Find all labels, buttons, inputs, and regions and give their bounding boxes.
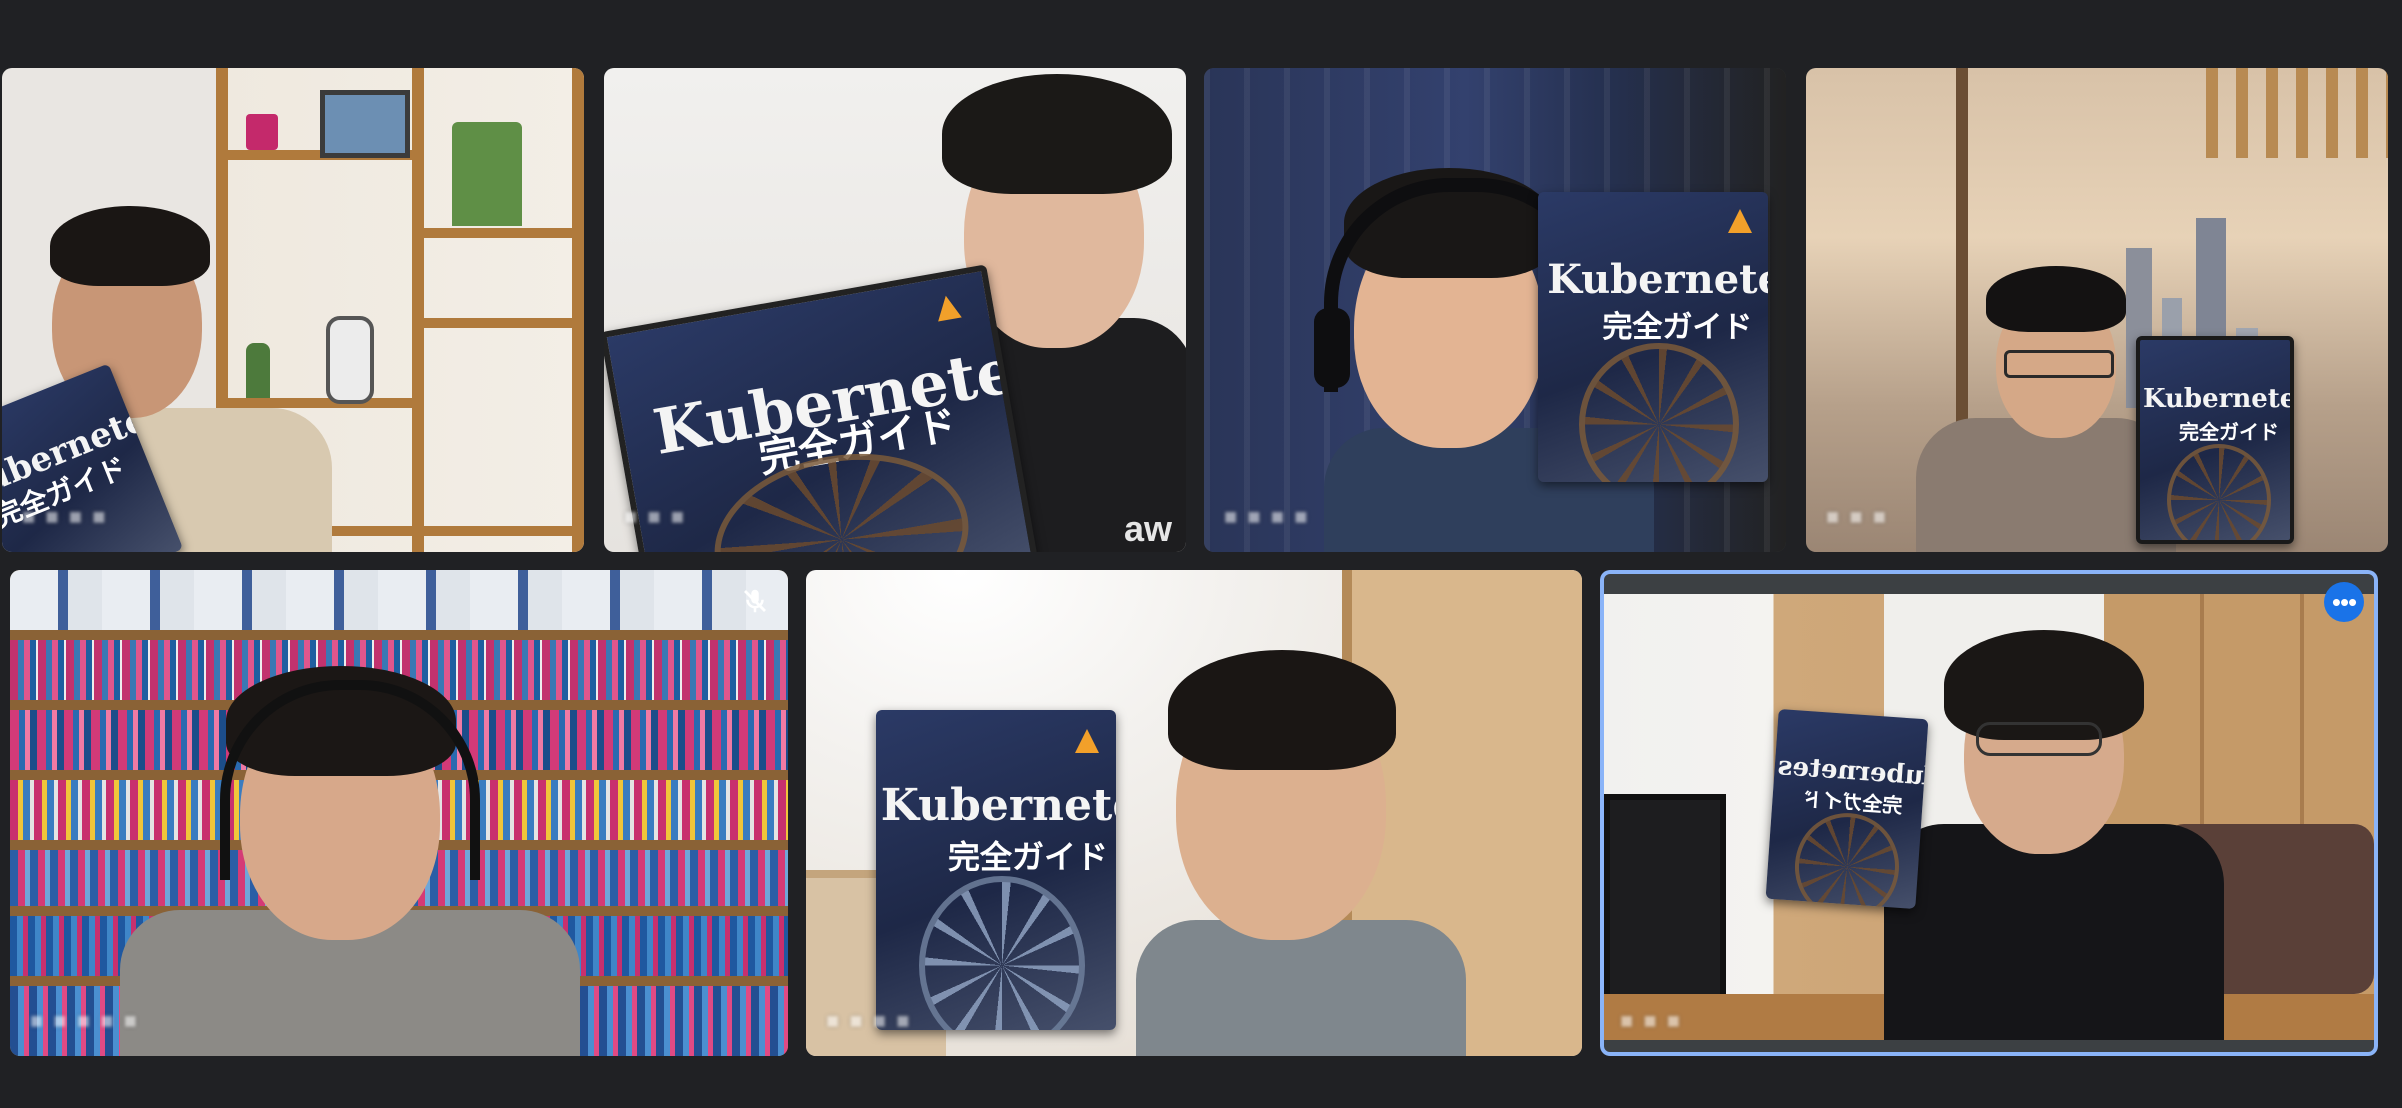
participant-tile[interactable]: Kubernetes 完全ガイド ■ ■ ■ ■ [1204,68,1786,552]
book-title: Kubernetes [2143,384,2290,414]
hoodie-logo: aw [1124,508,1173,549]
book-logo [1727,209,1752,234]
participant-name: ■ ■ ■ [1620,1008,1683,1033]
book-illustration [919,876,1085,1030]
more-options-icon: ••• [2331,587,2357,617]
book-subtitle: 完全ガイド [2179,422,2279,444]
participant-name: ■ ■ ■ ■ [1224,504,1310,529]
video-area: Kubernetes 完全ガイド [1604,594,2374,1040]
participant-tile[interactable]: Kubernetes 完全ガイド ■ ■ ■ ■ [2,68,584,552]
book-cover: Kubernetes 完全ガイド [1765,708,1929,910]
participant-name: ■ ■ ■ ■ ■ [30,1008,139,1033]
glasses [2004,350,2114,378]
book-illustration [2167,444,2271,540]
participant-name: ■ ■ ■ ■ [22,504,108,529]
book-logo [1075,729,1100,754]
participant-video [1604,594,2374,1040]
book-logo [934,293,963,322]
participant-name: ■ ■ ■ ■ [826,1008,912,1033]
book-illustration [1579,342,1739,482]
participant-tile[interactable]: Kubernetes 完全ガイド ■ ■ ■ [1806,68,2388,552]
book-cover: Kubernetes 完全ガイド [1538,192,1768,482]
book-title: Kubernetes [880,780,1116,832]
participant-video [1806,68,2388,552]
participant-name: ■ ■ ■ [624,504,687,529]
book-title: Kubernetes [1547,255,1768,303]
participant-tile[interactable]: ■ ■ ■ ■ ■ [10,570,788,1056]
book-subtitle: 完全ガイド [1602,311,1753,345]
book-subtitle: 完全ガイド [948,838,1109,875]
participant-tile-active[interactable]: Kubernetes 完全ガイド ••• ■ ■ ■ [1600,570,2378,1056]
participant-tile[interactable]: aw Kubernetes 完全ガイド ■ ■ ■ [604,68,1186,552]
participant-tile[interactable]: Kubernetes 完全ガイド ■ ■ ■ ■ [806,570,1582,1056]
more-options-button[interactable]: ••• [2324,582,2364,622]
mic-off-icon [744,589,766,613]
glasses [1976,722,2102,756]
book-illustration [1791,809,1903,910]
participant-name: ■ ■ ■ [1826,504,1889,529]
book-cover: Kubernetes 完全ガイド [876,710,1116,1030]
participant-video [10,570,788,1056]
book-cover: Kubernetes 完全ガイド [2136,336,2294,544]
